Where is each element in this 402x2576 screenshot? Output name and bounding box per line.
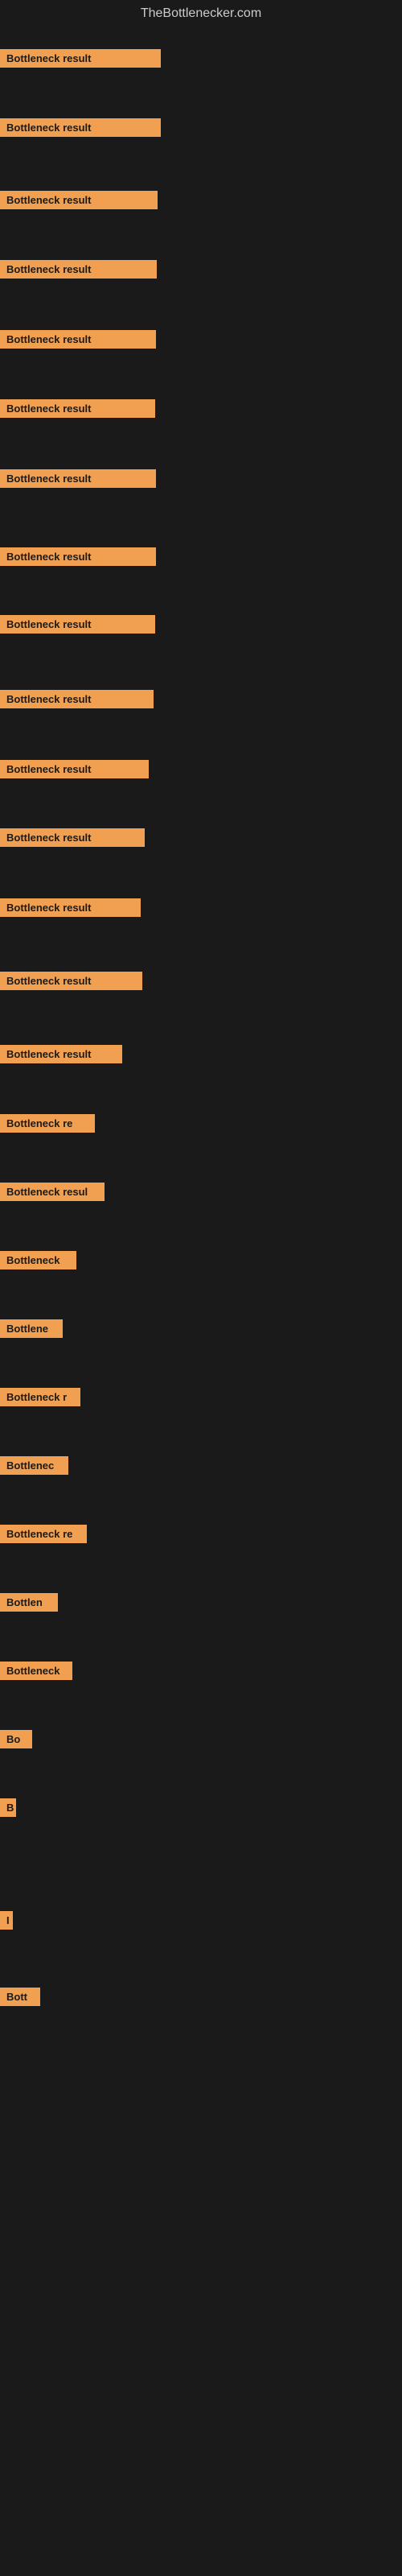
bottleneck-badge-12: Bottleneck result [0, 828, 145, 847]
bottleneck-item: Bottleneck result [0, 760, 149, 782]
bottleneck-item: Bottleneck [0, 1251, 76, 1274]
bottleneck-badge-1: Bottleneck result [0, 49, 161, 68]
bottleneck-badge-26: B [0, 1798, 16, 1817]
bottleneck-item: Bottleneck result [0, 1045, 122, 1067]
bottleneck-item: Bottleneck result [0, 191, 158, 213]
bottleneck-item: Bottleneck result [0, 260, 157, 283]
bottleneck-item: Bottleneck resul [0, 1183, 105, 1205]
bottleneck-item: Bottleneck result [0, 399, 155, 422]
bottleneck-badge-22: Bottleneck re [0, 1525, 87, 1543]
bottleneck-item: Bottleneck result [0, 118, 161, 141]
bottleneck-badge-10: Bottleneck result [0, 690, 154, 708]
bottleneck-item: I [0, 1911, 13, 1934]
bottleneck-badge-21: Bottlenec [0, 1456, 68, 1475]
bottleneck-badge-5: Bottleneck result [0, 330, 156, 349]
bottleneck-item: Bott [0, 1988, 40, 2010]
bottleneck-item: Bottleneck result [0, 469, 156, 492]
bottleneck-item: Bottleneck result [0, 972, 142, 994]
bottleneck-item: B [0, 1798, 16, 1821]
bottleneck-badge-24: Bottleneck [0, 1662, 72, 1680]
bottleneck-badge-4: Bottleneck result [0, 260, 157, 279]
bottleneck-badge-28: Bott [0, 1988, 40, 2006]
bottleneck-badge-15: Bottleneck result [0, 1045, 122, 1063]
bottleneck-item: Bottleneck re [0, 1114, 95, 1137]
bottleneck-badge-16: Bottleneck re [0, 1114, 95, 1133]
bottleneck-badge-13: Bottleneck result [0, 898, 141, 917]
bottleneck-item: Bottleneck result [0, 898, 141, 921]
bottleneck-badge-8: Bottleneck result [0, 547, 156, 566]
bottleneck-badge-14: Bottleneck result [0, 972, 142, 990]
bottleneck-item: Bottleneck result [0, 547, 156, 570]
bottleneck-item: Bottlen [0, 1593, 58, 1616]
bottleneck-badge-17: Bottleneck resul [0, 1183, 105, 1201]
bottleneck-item: Bottlene [0, 1319, 63, 1342]
bottleneck-item: Bottleneck result [0, 330, 156, 353]
bottleneck-item: Bottleneck result [0, 615, 155, 638]
bottleneck-item: Bottlenec [0, 1456, 68, 1479]
bottleneck-item: Bottleneck [0, 1662, 72, 1684]
bottleneck-item: Bottleneck result [0, 828, 145, 851]
bottleneck-item: Bottleneck result [0, 49, 161, 72]
bottleneck-badge-9: Bottleneck result [0, 615, 155, 634]
bottleneck-badge-11: Bottleneck result [0, 760, 149, 778]
bottleneck-item: Bottleneck r [0, 1388, 80, 1410]
bottleneck-badge-7: Bottleneck result [0, 469, 156, 488]
bottleneck-badge-6: Bottleneck result [0, 399, 155, 418]
bottleneck-item: Bottleneck re [0, 1525, 87, 1547]
bottleneck-badge-18: Bottleneck [0, 1251, 76, 1269]
bottleneck-badge-3: Bottleneck result [0, 191, 158, 209]
bottleneck-badge-20: Bottleneck r [0, 1388, 80, 1406]
bottleneck-badge-19: Bottlene [0, 1319, 63, 1338]
bottleneck-badge-23: Bottlen [0, 1593, 58, 1612]
bottleneck-badge-2: Bottleneck result [0, 118, 161, 137]
bottleneck-badge-25: Bo [0, 1730, 32, 1748]
bottleneck-badge-27: I [0, 1911, 13, 1930]
bottleneck-item: Bo [0, 1730, 32, 1752]
bottleneck-item: Bottleneck result [0, 690, 154, 712]
site-title: TheBottlenecker.com [0, 0, 402, 24]
